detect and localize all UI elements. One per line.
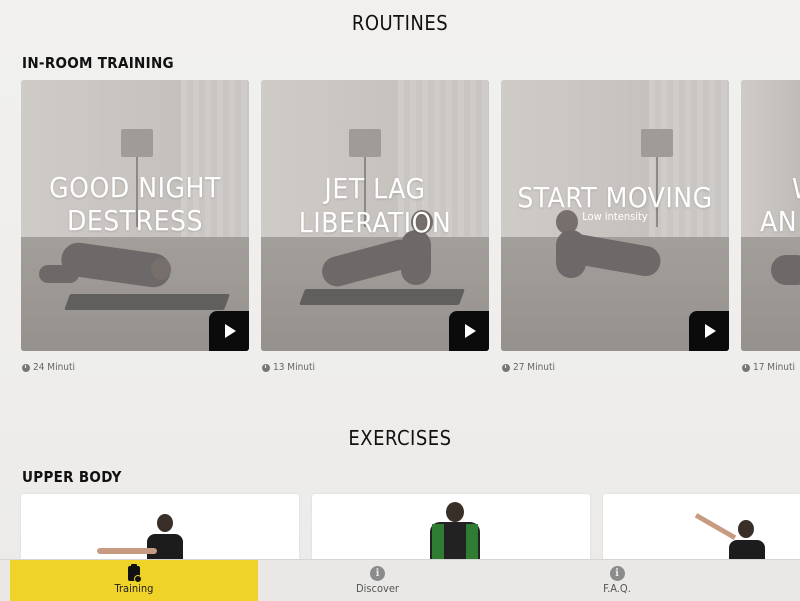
bottom-tab-bar: Training i Discover i F.A.Q. — [0, 559, 800, 601]
tab-label: Training — [114, 582, 154, 595]
tab-faq[interactable]: i F.A.Q. — [497, 560, 737, 601]
routine-card-partial[interactable]: W AN — [741, 80, 800, 351]
routine-title: DESTRESS — [66, 204, 204, 237]
exercises-title: EXERCISES — [348, 426, 452, 450]
routine-title: W — [792, 172, 800, 205]
clock-icon — [742, 363, 750, 372]
play-button[interactable] — [689, 311, 729, 351]
routine-card-jet-lag-liberation[interactable]: JET LAG LIBERATION — [261, 80, 489, 351]
routine-title: LIBERATION — [298, 206, 452, 239]
routine-title: GOOD NIGHT — [49, 171, 221, 204]
routine-duration: 27 Minuti — [502, 362, 555, 373]
routine-title: JET LAG — [324, 172, 426, 205]
exercise-thumbnail — [446, 502, 464, 522]
in-room-training-heading: IN-ROOM TRAINING — [22, 54, 174, 72]
tab-training[interactable]: Training — [10, 560, 258, 601]
tab-label: F.A.Q. — [603, 582, 631, 595]
clock-icon — [22, 363, 30, 372]
tab-label: Discover — [355, 582, 400, 595]
info-icon: i — [370, 566, 385, 581]
routine-card-start-moving[interactable]: START MOVING Low intensity — [501, 80, 729, 351]
exercise-thumbnail — [157, 514, 173, 532]
info-icon: i — [609, 566, 625, 581]
routine-duration: 13 Minuti — [262, 362, 315, 373]
play-button[interactable] — [449, 311, 489, 351]
clock-icon — [262, 363, 270, 372]
play-icon — [225, 324, 236, 338]
routine-intensity: Low intensity — [582, 210, 648, 223]
routines-title: ROUTINES — [351, 11, 449, 35]
clipboard-icon — [128, 564, 142, 583]
upper-body-heading: UPPER BODY — [22, 468, 122, 486]
play-icon — [705, 324, 716, 338]
tab-discover[interactable]: i Discover — [258, 560, 497, 601]
clock-icon — [502, 363, 510, 372]
play-icon — [465, 324, 476, 338]
play-button[interactable] — [209, 311, 249, 351]
routine-card-good-night-destress[interactable]: GOOD NIGHT DESTRESS — [21, 80, 249, 351]
exercise-thumbnail — [738, 520, 754, 538]
routine-title: AN — [760, 205, 798, 238]
routine-duration: 24 Minuti — [22, 362, 75, 373]
routine-duration: 17 Minuti — [742, 362, 795, 373]
